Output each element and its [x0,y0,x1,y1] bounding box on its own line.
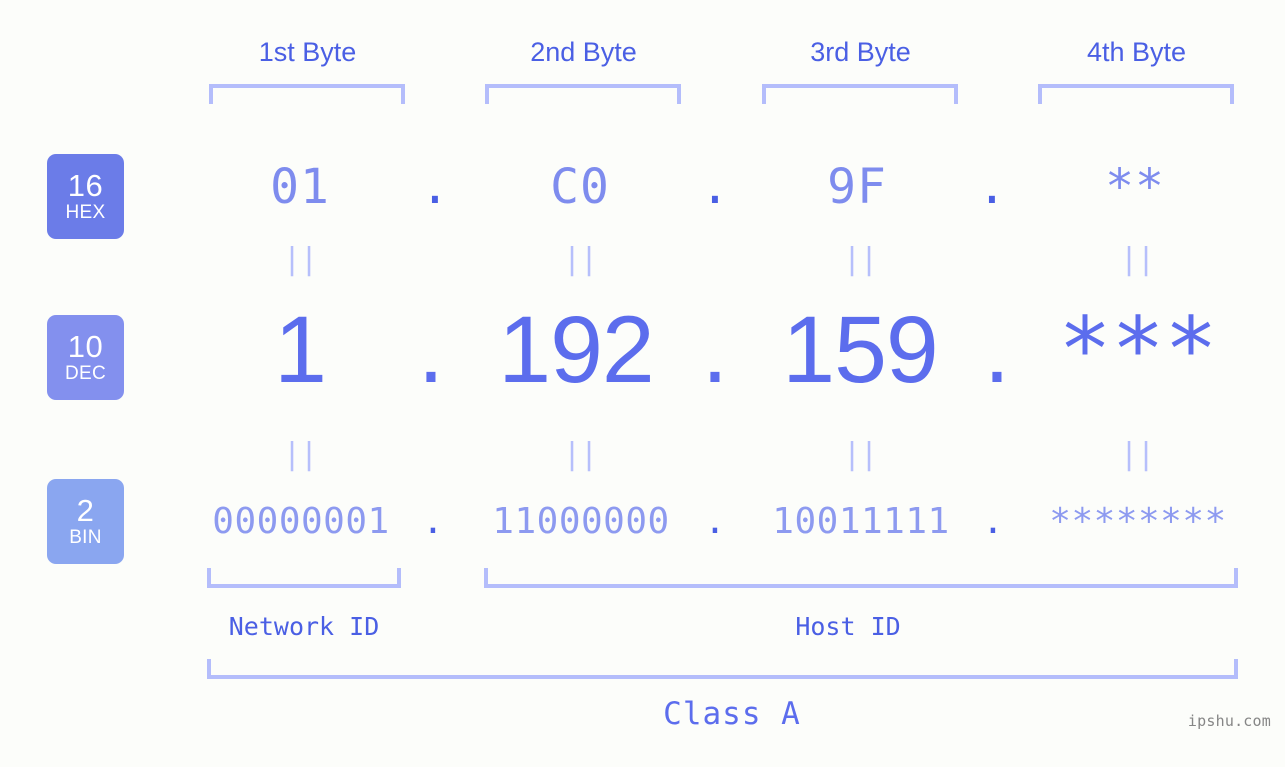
equals-mark-hex-dec-4: || [1119,242,1155,277]
equals-mark-hex-dec-1: || [282,242,318,277]
byte-header-2: 2nd Byte [530,37,637,67]
byte-bracket-3 [762,84,958,104]
class-bracket [207,659,1238,679]
base-badge-hex: 16 HEX [47,154,124,239]
host-id-bracket [484,568,1238,588]
class-label: Class A [663,696,801,732]
hex-byte-3: 9F [827,159,887,215]
base-badge-bin: 2 BIN [47,479,124,564]
dec-byte-1: 1 [274,297,327,403]
dec-separator-1: . [417,297,445,403]
network-id-bracket [207,568,401,588]
byte-header-3: 3rd Byte [810,37,911,67]
base-badge-hex-name: HEX [65,202,106,223]
bin-separator-1: . [422,501,444,542]
equals-mark-hex-dec-2: || [562,242,598,277]
host-id-label: Host ID [795,612,901,641]
base-badge-dec-number: 10 [67,329,104,364]
base-badge-hex-number: 16 [67,168,104,203]
hex-byte-2: C0 [550,159,610,215]
equals-mark-dec-bin-3: || [842,437,878,472]
bin-byte-2: 11000000 [492,501,670,542]
hex-byte-4: ** [1105,159,1165,215]
bin-byte-3: 10011111 [772,501,950,542]
hex-separator-3: . [977,159,1007,215]
network-id-label: Network ID [228,612,380,641]
byte-bracket-1 [209,84,405,104]
equals-mark-hex-dec-3: || [842,242,878,277]
base-badge-bin-number: 2 [76,493,95,528]
base-badge-bin-name: BIN [69,527,102,548]
equals-mark-dec-bin-4: || [1119,437,1155,472]
dec-byte-2: 192 [498,297,655,403]
byte-header-4: 4th Byte [1086,37,1187,67]
hex-separator-1: . [420,159,450,215]
base-badge-dec-name: DEC [64,363,106,384]
bin-byte-1: 00000001 [212,501,390,542]
dec-byte-4: *** [1058,298,1218,401]
ip-address-breakdown-diagram: 1st Byte 2nd Byte 3rd Byte 4th Byte 16 H… [0,0,1285,767]
bin-byte-4: ******** [1049,501,1227,542]
byte-bracket-4 [1038,84,1234,104]
bin-separator-3: . [982,501,1004,542]
site-watermark: ipshu.com [1187,712,1271,730]
dec-byte-3: 159 [782,297,939,403]
hex-separator-2: . [700,159,730,215]
equals-mark-dec-bin-2: || [562,437,598,472]
base-badge-dec: 10 DEC [47,315,124,400]
equals-mark-dec-bin-1: || [282,437,318,472]
dec-separator-2: . [701,297,729,403]
bin-separator-2: . [704,501,726,542]
byte-header-1: 1st Byte [258,37,357,67]
byte-bracket-2 [485,84,681,104]
dec-separator-3: . [983,297,1011,403]
hex-byte-1: 01 [270,159,330,215]
